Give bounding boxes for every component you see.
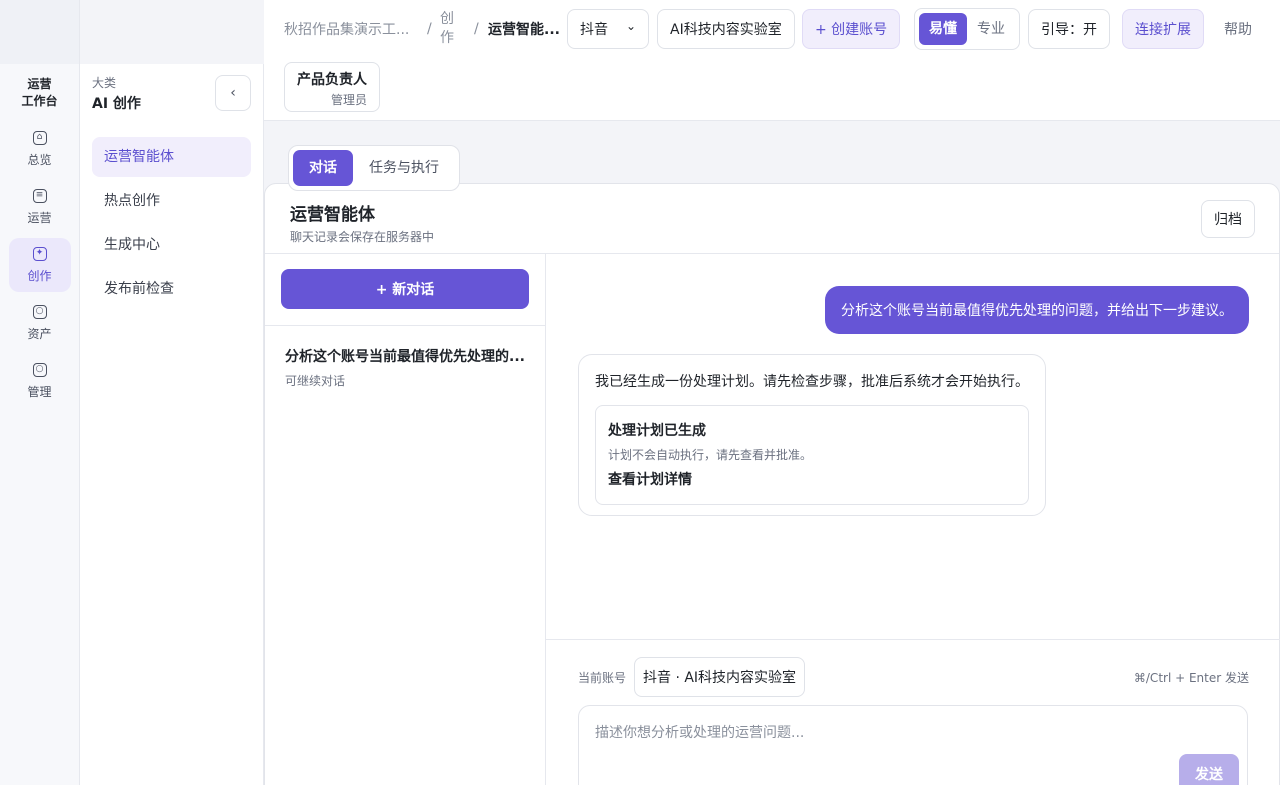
list-item[interactable]: 分析这个账号当前最值得优先处理的... 可继续对话 (265, 326, 545, 389)
plan-title: 处理计划已生成 (608, 423, 706, 439)
create-account-button[interactable]: + 创建账号 (802, 9, 901, 49)
plan-subtitle: 计划不会自动执行，请先查看并批准。 (608, 448, 813, 462)
mode-pro-button[interactable]: 专业 (967, 13, 1015, 45)
view-tabs: 对话 任务与执行 (288, 145, 460, 191)
tab-chat[interactable]: 对话 (293, 150, 353, 186)
top-bar: 秋招作品集演示工... / 创 作 / 运营智能... 抖音 ⌄ AI科技内容实… (264, 0, 1280, 121)
rail-item-assets[interactable]: ○ 资产 (9, 296, 71, 350)
send-shortcut-hint: ⌘/Ctrl + Enter 发送 (1133, 671, 1249, 685)
sidebar-item-generation-center[interactable]: 生成中心 (92, 225, 251, 265)
agent-card: 运营智能体 聊天记录会保存在服务器中 归档 + 新对话 分析这个账号当前最值得优… (264, 183, 1280, 785)
rail-item-manage[interactable]: ○ 管理 (9, 354, 71, 408)
list-icon: ≡ (32, 188, 47, 203)
breadcrumb-portfolio[interactable]: 秋招作品集演示工... (284, 0, 409, 58)
chevron-down-icon: ⌄ (625, 19, 636, 33)
mode-toggle: 易懂 专业 (914, 8, 1020, 50)
collapse-sidebar-button[interactable]: ‹ (215, 75, 251, 111)
user-name: 产品负责人 (297, 72, 367, 88)
rail-item-overview[interactable]: ⌂ 总览 (9, 122, 71, 176)
conversation-list: + 新对话 分析这个账号当前最值得优先处理的... 可继续对话 (265, 254, 546, 785)
rail-item-create[interactable]: ✦ 创作 (8, 238, 71, 292)
conversation-title: 分析这个账号当前最值得优先处理的... (285, 349, 525, 365)
breadcrumb-separator: / (427, 21, 432, 37)
user-role: 管理员 (330, 93, 367, 107)
current-account-chip[interactable]: 抖音 · AI科技内容实验室 (634, 657, 806, 697)
sidebar-item-ops-agent[interactable]: 运营智能体 (92, 137, 251, 177)
chevron-left-icon: ‹ (230, 85, 236, 101)
sidebar-item-hot-creation[interactable]: 热点创作 (92, 181, 251, 221)
new-conversation-button[interactable]: + 新对话 (281, 269, 529, 309)
composer: 当前账号 抖音 · AI科技内容实验室 ⌘/Ctrl + Enter 发送 发送 (546, 639, 1280, 785)
rail-logo-area (0, 0, 79, 64)
connect-extension-button[interactable]: 连接扩展 (1122, 9, 1204, 49)
assistant-message-text: 我已经生成一份处理计划。请先检查步骤，批准后系统才会开始执行。 (595, 374, 1029, 390)
breadcrumb-current: 运营智能... (488, 22, 560, 38)
current-account-label: 当前账号 (578, 671, 627, 685)
message-input[interactable] (595, 722, 1231, 762)
platform-select[interactable]: 抖音 ⌄ (567, 9, 649, 49)
conversation-status: 可继续对话 (285, 374, 346, 388)
guide-toggle-button[interactable]: 引导：开 (1028, 9, 1110, 49)
tab-tasks[interactable]: 任务与执行 (353, 150, 455, 186)
mode-easy-button[interactable]: 易懂 (919, 13, 967, 45)
send-button[interactable]: 发送 (1179, 754, 1239, 785)
user-card[interactable]: 产品负责人 管理员 (284, 62, 380, 112)
category-sidebar: 大类 AI 创作 ‹ 运营智能体 热点创作 生成中心 发布前检查 (80, 64, 264, 785)
manage-icon: ○ (32, 362, 47, 377)
rail-title: 运营 工作台 (21, 77, 58, 108)
archive-button[interactable]: 归档 (1201, 200, 1255, 238)
chat-panel: 分析这个账号当前最值得优先处理的问题，并给出下一步建议。 我已经生成一份处理计划… (546, 254, 1280, 785)
help-link[interactable]: 帮助 (1224, 0, 1252, 58)
plan-card: 处理计划已生成 计划不会自动执行，请先查看并批准。 查看计划详情 (595, 405, 1029, 505)
breadcrumb-create[interactable]: 创 作 (440, 0, 454, 58)
asset-icon: ○ (32, 304, 47, 319)
workspace-button[interactable]: AI科技内容实验室 (657, 9, 795, 49)
sidebar-item-prepublish-check[interactable]: 发布前检查 (92, 269, 251, 309)
breadcrumb-separator: / (474, 21, 479, 37)
view-plan-details-link[interactable]: 查看计划详情 (608, 469, 1016, 489)
user-message-bubble: 分析这个账号当前最值得优先处理的问题，并给出下一步建议。 (825, 286, 1249, 334)
assistant-message-bubble: 我已经生成一份处理计划。请先检查步骤，批准后系统才会开始执行。 处理计划已生成 … (578, 354, 1046, 516)
left-rail: 运营 工作台 ⌂ 总览 ≡ 运营 ✦ 创作 ○ 资产 ○ 管理 (0, 0, 80, 785)
home-icon: ⌂ (32, 130, 47, 145)
create-icon: ✦ (32, 246, 47, 261)
page-title: 运营智能体 (290, 205, 375, 225)
message-input-box: 发送 (578, 705, 1248, 785)
rail-item-operations[interactable]: ≡ 运营 (9, 180, 71, 234)
page-subtitle: 聊天记录会保存在服务器中 (290, 230, 435, 244)
